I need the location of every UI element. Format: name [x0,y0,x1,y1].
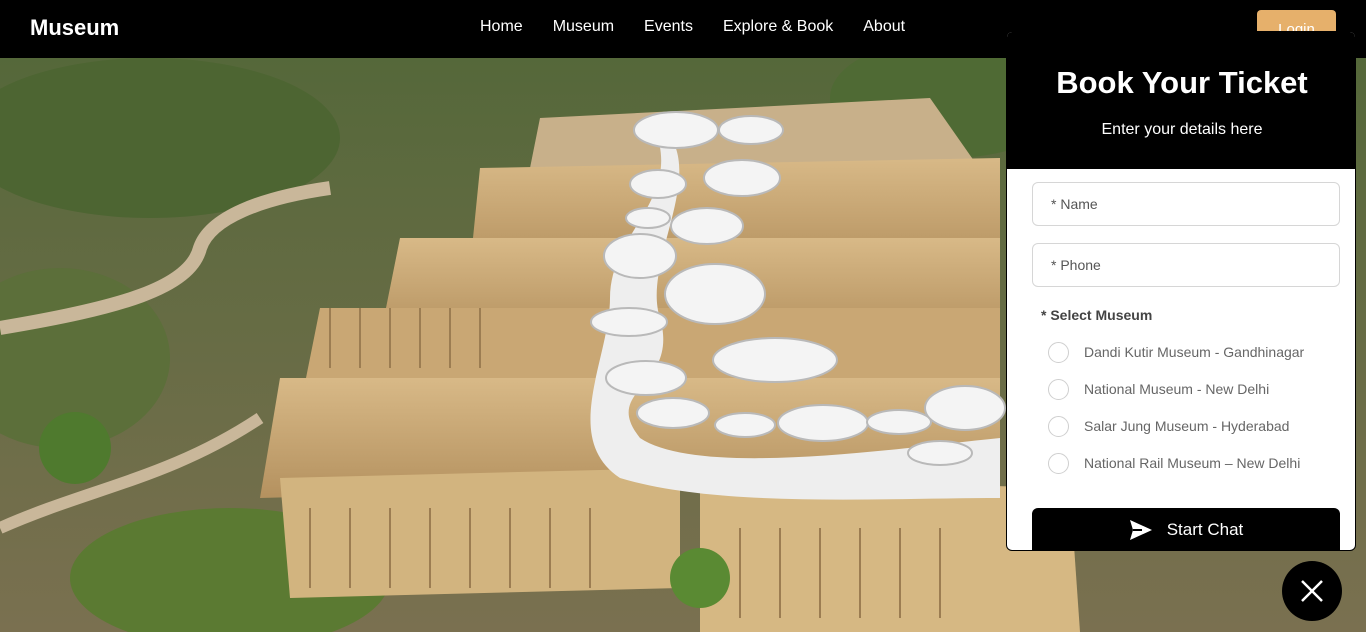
nav-about[interactable]: About [848,18,920,36]
select-museum-label: * Select Museum [1041,307,1153,323]
museum-option-label: Salar Jung Museum - Hyderabad [1084,418,1290,434]
museum-option[interactable]: Dandi Kutir Museum - Gandhinagar [1048,341,1304,363]
booking-subtitle: Enter your details here [1101,121,1263,138]
name-input[interactable]: * Name [1032,182,1340,226]
radio-button[interactable] [1048,415,1069,437]
museum-option-label: Dandi Kutir Museum - Gandhinagar [1084,344,1305,360]
start-chat-button[interactable]: Start Chat [1032,508,1340,550]
nav-events[interactable]: Events [629,18,708,36]
museum-option[interactable]: National Museum - New Delhi [1048,378,1269,400]
close-chat-button[interactable] [1282,561,1342,621]
booking-title: Book Your Ticket [1056,65,1308,100]
nav-home[interactable]: Home [465,18,538,36]
museum-option[interactable]: National Rail Museum – New Delhi [1048,452,1300,474]
nav-museum[interactable]: Museum [538,18,629,36]
museum-option-label: National Rail Museum – New Delhi [1084,455,1301,471]
museum-option-label: National Museum - New Delhi [1084,381,1270,397]
phone-input[interactable]: * Phone [1032,243,1340,287]
booking-header: Book Your Ticket Enter your details here [1007,32,1355,169]
radio-button[interactable] [1048,341,1069,363]
museum-option[interactable]: Salar Jung Museum - Hyderabad [1048,415,1289,437]
brand-logo[interactable]: Museum [30,15,119,41]
send-icon [1129,520,1152,540]
close-icon [1301,580,1323,602]
nav-explore-book[interactable]: Explore & Book [708,18,848,36]
radio-button[interactable] [1048,452,1069,474]
nav-links: Home Museum Events Explore & Book About [465,18,920,36]
start-chat-label: Start Chat [1166,520,1244,539]
radio-button[interactable] [1048,378,1069,400]
booking-panel: Book Your Ticket Enter your details here… [1006,31,1356,551]
